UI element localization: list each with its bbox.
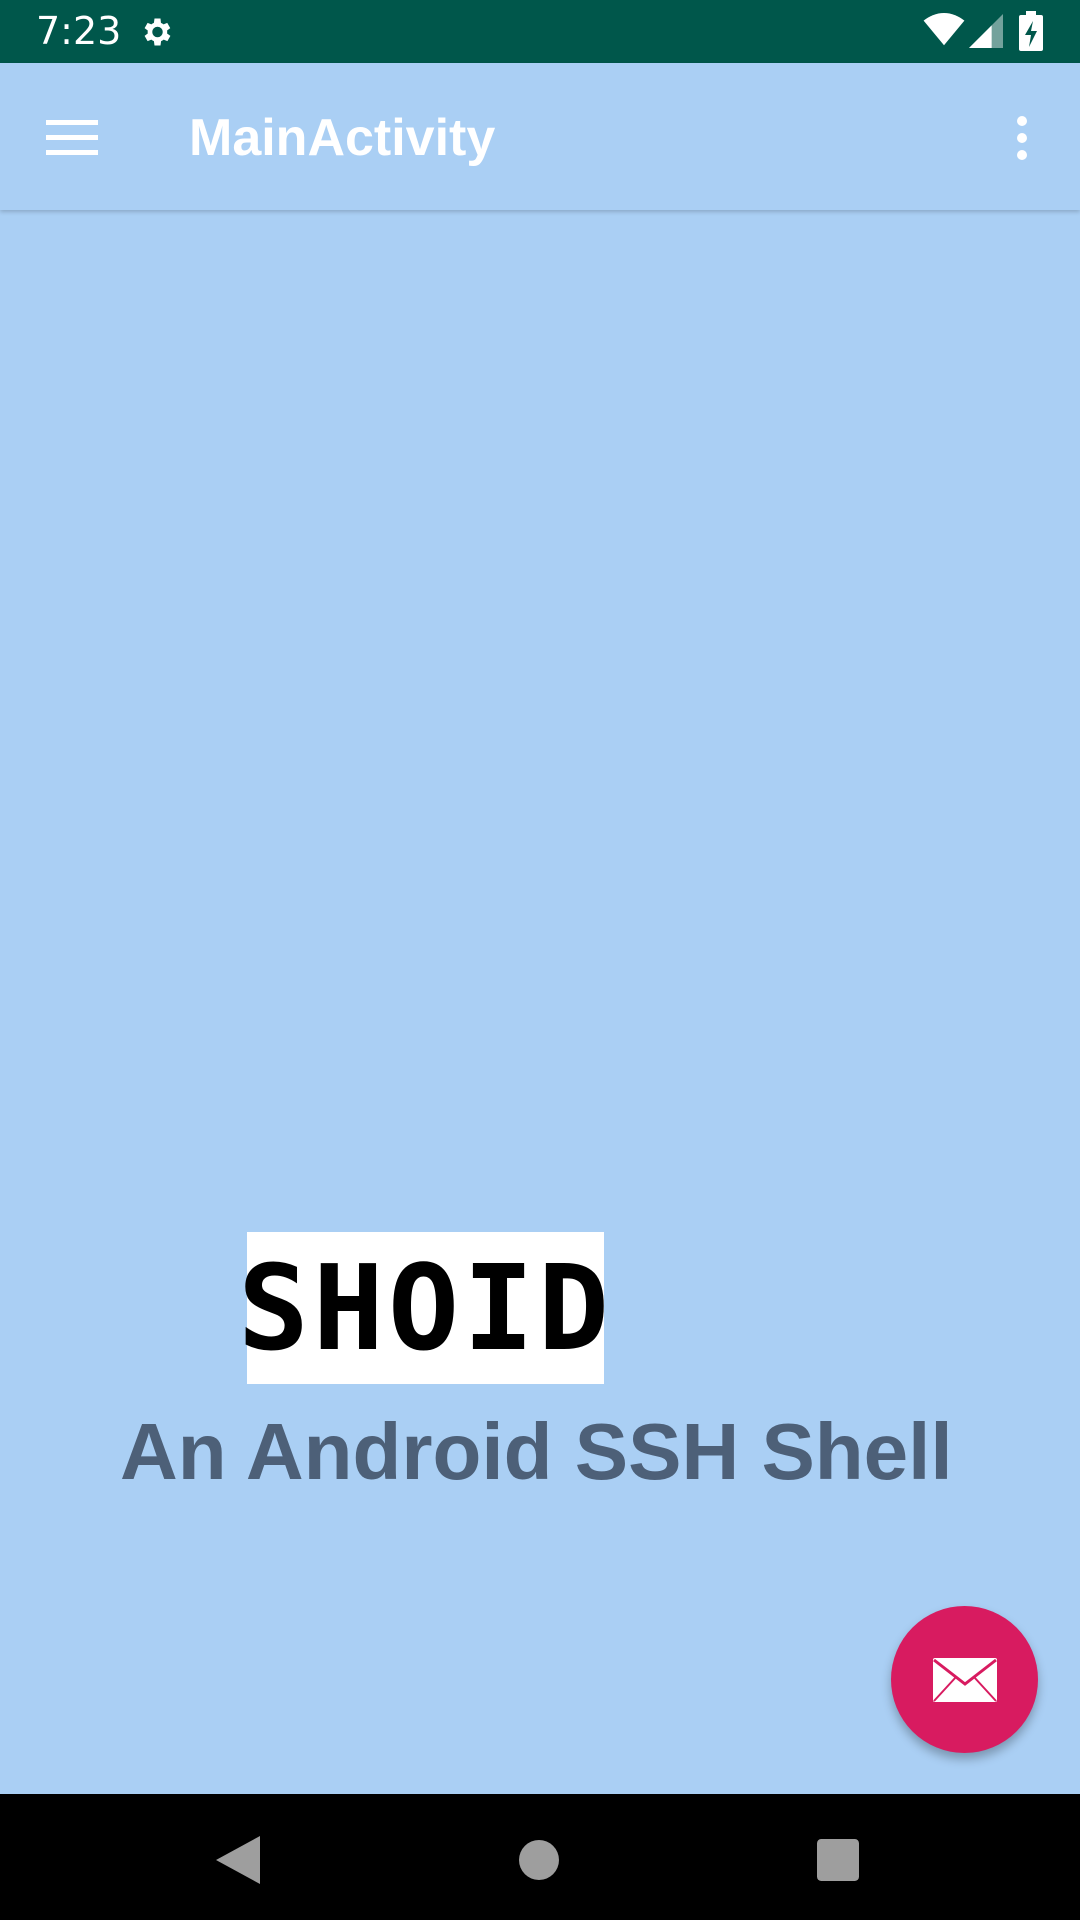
status-time: 7:23: [36, 9, 122, 53]
app-logo: SHOID: [238, 1232, 609, 1384]
menu-button[interactable]: [30, 103, 114, 173]
app-title: MainActivity: [189, 109, 496, 167]
home-icon[interactable]: [519, 1840, 559, 1880]
hamburger-menu-icon: [46, 120, 98, 155]
gear-icon: [144, 18, 171, 46]
recents-icon[interactable]: [817, 1839, 859, 1881]
battery-charging-icon: [1019, 11, 1043, 51]
wifi-icon: [923, 13, 965, 46]
overflow-menu-button[interactable]: [1000, 103, 1044, 173]
app-bar: MainActivity: [0, 63, 1080, 210]
status-bar: 7:23: [0, 0, 1080, 63]
main-content: [0, 210, 1080, 1794]
more-vert-icon: [1017, 116, 1027, 160]
email-icon: [932, 1657, 997, 1702]
system-nav-bar: [0, 1794, 1080, 1920]
back-icon[interactable]: [216, 1836, 260, 1884]
email-fab-button[interactable]: [891, 1606, 1038, 1753]
cell-signal-icon: [969, 14, 1003, 48]
tagline: An Android SSH Shell: [120, 1407, 953, 1496]
logo-text: SHOID: [237, 1239, 614, 1377]
